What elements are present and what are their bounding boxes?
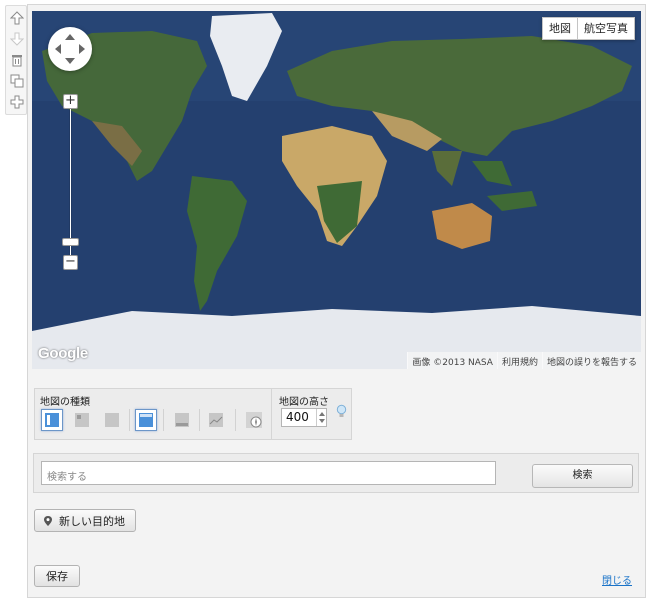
map-type-group: 地図の種類	[34, 388, 272, 440]
arrow-down-icon[interactable]	[8, 30, 26, 48]
imagery-credit: 画像 ©2013 NASA	[407, 352, 497, 369]
map-type-streetview-option[interactable]	[243, 409, 265, 431]
world-satellite-imagery	[32, 11, 641, 369]
map-height-label: 地図の高さ	[279, 397, 329, 408]
arrow-up-icon[interactable]	[8, 9, 26, 27]
satellite-button[interactable]: 航空写真	[578, 17, 635, 40]
map-attribution: 画像 ©2013 NASA 利用規約 地図の誤りを報告する	[407, 352, 641, 369]
map-canvas[interactable]: 地図 航空写真 + − Google 画像 ©2013 NASA 利用規約 地図…	[32, 11, 641, 369]
terrain-icon	[209, 413, 223, 427]
zoom-slider-handle[interactable]	[62, 238, 79, 246]
map-type-hybrid-option[interactable]	[171, 409, 193, 431]
map-type-roadmap-option[interactable]	[41, 409, 63, 431]
map-type-satellite-option[interactable]	[101, 409, 123, 431]
hybrid-icon	[175, 413, 189, 427]
map-type-terrain-option[interactable]	[205, 409, 227, 431]
terms-link[interactable]: 利用規約	[496, 352, 542, 369]
close-link[interactable]: 閉じる	[602, 572, 632, 587]
pan-control[interactable]	[48, 27, 92, 71]
duplicate-icon[interactable]	[8, 72, 26, 90]
map-type-toggle: 地図 航空写真	[542, 17, 635, 40]
search-group: 検索する 検索	[33, 453, 639, 493]
new-destination-label: 新しい目的地	[59, 514, 125, 528]
lightbulb-icon[interactable]	[336, 404, 347, 423]
search-input[interactable]: 検索する	[41, 461, 496, 485]
new-destination-button[interactable]: 新しい目的地	[34, 509, 136, 532]
satellite-small-icon	[75, 413, 89, 427]
map-type-label: 地図の種類	[40, 397, 90, 408]
pan-arrows-icon	[55, 34, 85, 64]
save-button[interactable]: 保存	[34, 565, 80, 587]
search-button[interactable]: 検索	[532, 464, 633, 488]
trash-icon[interactable]	[8, 51, 26, 69]
block-toolbar	[5, 5, 27, 115]
save-label: 保存	[46, 570, 68, 583]
compass-icon	[246, 412, 262, 428]
map-type-labels-option[interactable]	[135, 409, 157, 431]
map-editor: 地図 航空写真 + − Google 画像 ©2013 NASA 利用規約 地図…	[0, 0, 650, 602]
roadmap-icon	[45, 413, 59, 427]
stepper-arrows-icon	[319, 412, 325, 423]
add-icon[interactable]	[8, 93, 26, 111]
satellite-icon	[105, 413, 119, 427]
height-stepper[interactable]	[316, 409, 326, 426]
labels-icon	[139, 413, 153, 427]
map-button[interactable]: 地図	[542, 17, 578, 40]
map-pin-icon	[44, 515, 52, 526]
zoom-in-button[interactable]: +	[63, 94, 78, 109]
map-type-satellite-small-option[interactable]	[71, 409, 93, 431]
report-error-link[interactable]: 地図の誤りを報告する	[541, 352, 641, 369]
google-logo: Google	[38, 345, 88, 362]
zoom-out-button[interactable]: −	[63, 255, 78, 270]
